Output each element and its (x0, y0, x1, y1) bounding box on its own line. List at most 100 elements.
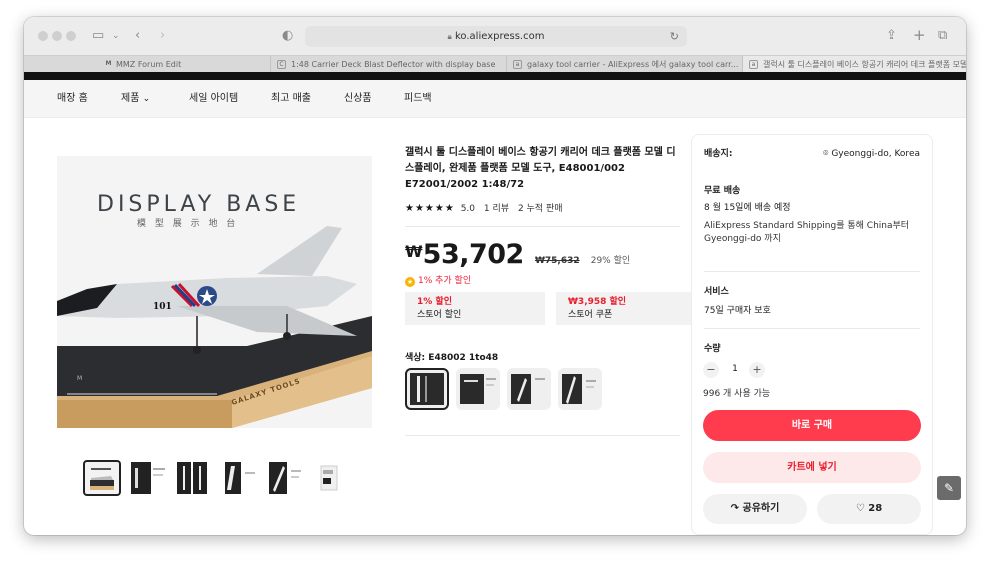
quantity-value[interactable]: 1 (724, 364, 746, 374)
gallery-thumbnail-5[interactable] (267, 460, 305, 496)
share-button[interactable]: ↷ 공유하기 (703, 494, 807, 524)
heart-icon: ♡ (855, 503, 865, 514)
gallery-thumbnail-1[interactable] (83, 460, 121, 496)
tab-label: 갤럭시 툴 디스플레이 베이스 항공기 캐리어 데크 플랫폼 모델... (763, 60, 966, 69)
gallery-thumbnail-3[interactable] (175, 460, 213, 496)
nav-sale-items[interactable]: 세일 아이템 (189, 80, 238, 118)
tab-label: MMZ Forum Edit (116, 60, 182, 69)
currency-symbol: ₩ (405, 242, 423, 261)
nav-products[interactable]: 제품 ⌄ (121, 80, 150, 118)
thumbnail-image (320, 465, 338, 491)
divider (704, 271, 920, 272)
gallery-thumbnail-2[interactable] (129, 460, 167, 496)
store-coupon[interactable]: ₩3,958 할인 스토어 쿠폰 (556, 292, 696, 325)
color-swatch-4[interactable] (558, 368, 602, 410)
share-label: 공유하기 (742, 503, 780, 514)
back-icon[interactable]: ‹ (135, 29, 140, 43)
store-discount-coupon[interactable]: 1% 할인 스토어 할인 (405, 292, 545, 325)
wishlist-button[interactable]: ♡ 28 (817, 494, 921, 524)
browser-toolbar: ▭ ⌄ ‹ › ◐ 🔒︎ ko.aliexpress.com ↻ ⇪ + ⧉ (24, 17, 966, 55)
quantity-decrease-button[interactable]: − (703, 362, 719, 378)
tab-mmz-forum[interactable]: M MMZ Forum Edit (24, 56, 270, 73)
edit-pencil-icon[interactable]: ✎ (937, 476, 961, 500)
url-text: ko.aliexpress.com (454, 31, 545, 42)
ship-to-label: 배송지: (704, 149, 733, 159)
jet-on-display-base-illustration: M (57, 226, 372, 428)
swatch-image (562, 374, 596, 404)
nav-best-sellers[interactable]: 최고 매출 (271, 80, 311, 118)
chevron-down-icon[interactable]: ⌄ (112, 29, 120, 43)
sidebar-icon[interactable]: ▭ (92, 29, 104, 43)
address-bar[interactable]: 🔒︎ ko.aliexpress.com ↻ (305, 26, 687, 47)
product-title: 갤럭시 툴 디스플레이 베이스 항공기 캐리어 데크 플랫폼 모델 디스플레이,… (405, 147, 676, 190)
thumbnail-image (269, 462, 301, 494)
reload-icon[interactable]: ↻ (670, 26, 679, 47)
close-window-button[interactable] (38, 31, 48, 41)
service-description: 75일 구매자 보호 (704, 306, 771, 316)
divider (704, 328, 920, 329)
shipping-description: AliExpress Standard Shipping를 통해 China부터… (704, 221, 910, 244)
nav-store-home[interactable]: 매장 홈 (57, 80, 88, 118)
gallery-thumbnail-6[interactable] (313, 460, 351, 496)
add-to-cart-button[interactable]: 카트에 넣기 (703, 452, 921, 483)
ship-to-location[interactable]: ⌾ Gyeonggi-do, Korea (823, 148, 920, 161)
tab-favicon: a (513, 60, 522, 69)
tab-blast-deflector[interactable]: C 1:48 Carrier Deck Blast Deflector with… (270, 56, 506, 73)
tab-label: galaxy tool carrier - AliExpress 에서 gala… (527, 60, 739, 69)
product-main-image[interactable]: DISPLAY BASE 模 型 展 示 地 台 M 101 GALAXY TO… (57, 156, 372, 428)
lock-icon: 🔒︎ (447, 32, 452, 41)
chevron-down-icon: ⌄ (142, 94, 151, 104)
delivery-date: 8 월 15일에 배송 예정 (704, 203, 791, 213)
zoom-window-button[interactable] (66, 31, 76, 41)
buy-now-button[interactable]: 바로 구매 (703, 410, 921, 441)
swatch-image (410, 373, 444, 405)
current-price: 53,702 (422, 239, 525, 270)
gallery-thumbnail-4[interactable] (221, 460, 259, 496)
coupon-label: 스토어 할인 (417, 310, 462, 320)
extra-discount: ★ 1% 추가 할인 (405, 273, 471, 287)
shield-icon[interactable]: ◐ (282, 29, 293, 43)
new-tab-icon[interactable]: + (913, 28, 926, 43)
swatch-image (511, 374, 545, 404)
tab-favicon: a (749, 60, 758, 69)
minimize-window-button[interactable] (52, 31, 62, 41)
tab-favicon: M (105, 60, 112, 67)
share-icon[interactable]: ⇪ (886, 29, 897, 43)
store-header-bar (24, 72, 966, 80)
tab-overview-icon[interactable]: ⧉ (938, 29, 947, 43)
thumbnail-image (131, 462, 165, 494)
tab-favicon: C (277, 60, 286, 69)
divider (405, 226, 680, 227)
quantity-title: 수량 (704, 344, 721, 354)
coupon-value: 1% 할인 (417, 297, 452, 307)
sold-count: 2 누적 판매 (517, 204, 563, 214)
ship-to-value: Gyeonggi-do, Korea (831, 149, 920, 159)
wishlist-count: 28 (868, 503, 883, 514)
rating-value: 5.0 (460, 204, 476, 214)
color-swatch-2[interactable] (456, 368, 500, 410)
reviews-link[interactable]: 1 리뷰 (484, 204, 509, 214)
forward-icon[interactable]: › (160, 29, 165, 43)
quantity-increase-button[interactable]: + (749, 362, 765, 378)
nav-feedback[interactable]: 피드백 (404, 80, 432, 118)
location-pin-icon: ⌾ (823, 149, 829, 159)
nav-new-arrivals[interactable]: 신상품 (344, 80, 372, 118)
tab-galaxy-tool-search[interactable]: a galaxy tool carrier - AliExpress 에서 ga… (506, 56, 742, 73)
color-swatch-3[interactable] (507, 368, 551, 410)
color-swatch-1[interactable] (405, 368, 449, 410)
original-price: ₩75,632 (534, 256, 580, 266)
tab-product-page[interactable]: a 갤럭시 툴 디스플레이 베이스 항공기 캐리어 데크 플랫폼 모델... (742, 56, 966, 73)
thumbnail-image (177, 462, 207, 494)
swatch-image (460, 374, 496, 404)
price-block: ₩53,702 ₩75,632 29% 할인 (405, 239, 630, 270)
store-nav: 매장 홈 제품 ⌄ 세일 아이템 최고 매출 신상품 피드백 (24, 80, 966, 118)
coupon-value: ₩3,958 할인 (568, 297, 627, 307)
coin-icon: ★ (405, 277, 415, 287)
service-title: 서비스 (704, 287, 729, 297)
share-arrow-icon: ↷ (730, 503, 740, 514)
tab-bar: M MMZ Forum Edit C 1:48 Carrier Deck Bla… (24, 55, 966, 73)
jet-side-number: 101 (153, 302, 172, 312)
thumbnail-image (90, 468, 114, 490)
browser-window: ▭ ⌄ ‹ › ◐ 🔒︎ ko.aliexpress.com ↻ ⇪ + ⧉ M… (24, 17, 966, 535)
extra-discount-text: 1% 추가 할인 (418, 276, 472, 286)
